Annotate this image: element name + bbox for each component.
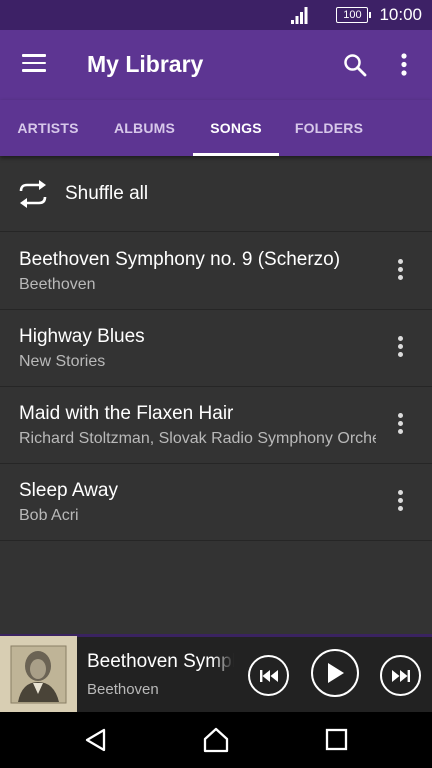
page-title: My Library	[87, 51, 204, 77]
song-title: Maid with the Flaxen Hair	[19, 403, 234, 424]
song-title: Highway Blues	[19, 326, 145, 347]
song-title: Sleep Away	[19, 480, 118, 501]
battery-icon: 100	[336, 7, 372, 23]
status-time: 10:00	[379, 5, 422, 24]
play-icon	[328, 663, 344, 683]
shuffle-icon	[18, 180, 48, 208]
search-icon[interactable]	[343, 53, 367, 77]
song-list: Beethoven Symphony no. 9 (Scherzo) Beeth…	[0, 233, 432, 541]
tab-label: FOLDERS	[294, 120, 364, 136]
song-artist: Richard Stoltzman, Slovak Radio Symphony…	[19, 430, 376, 447]
more-vert-icon[interactable]	[396, 51, 412, 79]
recents-icon[interactable]	[323, 726, 351, 754]
status-bar: 100 10:00	[0, 0, 432, 30]
signal-icon	[290, 6, 310, 24]
tab-label: ARTISTS	[17, 120, 79, 136]
navigation-bar	[0, 712, 432, 768]
tab-songs[interactable]: SONGS	[193, 100, 279, 156]
tab-albums[interactable]: ALBUMS	[96, 100, 193, 156]
tab-artists[interactable]: ARTISTS	[0, 100, 96, 156]
home-icon[interactable]	[202, 726, 230, 754]
song-artist: Bob Acri	[19, 507, 79, 524]
tab-bar: ARTISTS ALBUMS SONGS FOLDERS	[0, 100, 432, 156]
tab-folders[interactable]: FOLDERS	[279, 100, 379, 156]
more-vert-icon[interactable]	[392, 259, 408, 283]
list-item[interactable]: Sleep Away Bob Acri	[0, 464, 432, 541]
album-art[interactable]	[0, 636, 77, 713]
more-vert-icon[interactable]	[392, 336, 408, 360]
play-button[interactable]	[311, 649, 359, 697]
next-button[interactable]	[380, 655, 421, 696]
shuffle-all-label: Shuffle all	[65, 183, 149, 204]
now-playing-bar[interactable]: Beethoven Symphony no. 9 (Scherzo) Beeth…	[0, 634, 432, 713]
tab-label: ALBUMS	[113, 120, 176, 136]
previous-icon	[259, 669, 278, 682]
previous-button[interactable]	[248, 655, 289, 696]
battery-level: 100	[336, 7, 369, 23]
app-toolbar: My Library	[0, 30, 432, 100]
list-item[interactable]: Beethoven Symphony no. 9 (Scherzo) Beeth…	[0, 233, 432, 310]
tab-label: SONGS	[210, 120, 262, 136]
list-item[interactable]: Maid with the Flaxen Hair Richard Stoltz…	[0, 387, 432, 464]
menu-icon[interactable]	[22, 54, 46, 74]
now-playing-artist: Beethoven	[87, 681, 159, 698]
next-icon	[391, 669, 410, 682]
song-artist: Beethoven	[19, 276, 96, 293]
list-item[interactable]: Highway Blues New Stories	[0, 310, 432, 387]
song-artist: New Stories	[19, 353, 106, 370]
now-playing-title: Beethoven Symphony no. 9 (Scherzo)	[87, 651, 234, 672]
more-vert-icon[interactable]	[392, 413, 408, 437]
shuffle-all-button[interactable]: Shuffle all	[0, 156, 432, 232]
back-icon[interactable]	[82, 726, 110, 754]
more-vert-icon[interactable]	[392, 490, 408, 514]
song-title: Beethoven Symphony no. 9 (Scherzo)	[19, 249, 341, 270]
